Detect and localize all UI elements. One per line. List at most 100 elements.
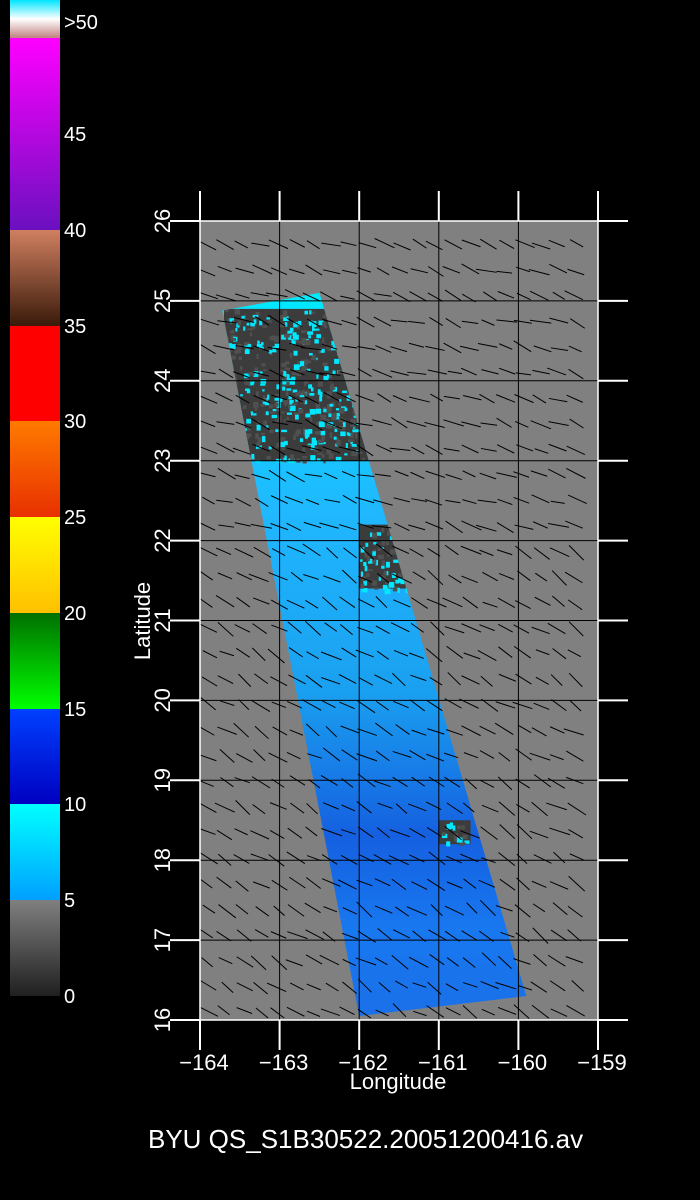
speckle [330,383,334,386]
y-tick-label: 19 [150,768,175,792]
speckle [374,587,379,590]
speckle [301,330,307,334]
speckle [365,542,369,547]
speckle [345,443,348,449]
speckle [351,443,358,447]
speckle [454,837,457,842]
speckle [318,421,325,428]
speckle [256,442,261,447]
speckle [264,402,270,406]
speckle [280,437,286,440]
speckle [365,572,370,577]
speckle [293,412,300,416]
speckle [397,587,400,594]
x-tick-label: −159 [577,1050,627,1075]
y-tick-label: 23 [150,448,175,472]
speckle [310,455,316,461]
speckle [317,389,321,395]
speckle [326,408,332,414]
speckle [303,383,307,387]
speckle [280,411,285,414]
speckle [316,334,321,339]
speckle [372,532,378,539]
speckle [338,402,341,407]
speckle [262,389,265,392]
y-axis-label: Latitude [130,582,155,660]
speckle [293,434,296,441]
speckle [347,433,351,436]
speckle [283,401,288,404]
speckle [389,549,396,555]
speckle [249,332,253,337]
speckle [285,391,289,397]
speckle [372,551,376,556]
speckle [231,355,236,360]
speckle [283,333,290,338]
speckle [326,419,330,422]
speckle [462,834,468,840]
speckle [344,453,348,456]
speckle [305,413,310,417]
speckle [242,405,247,410]
speckle [336,440,341,446]
speckle [318,439,324,444]
speckle [246,322,250,326]
speckle [261,432,265,436]
y-tick-label: 17 [150,928,175,952]
speckle [237,349,242,354]
speckle [354,433,358,439]
y-tick-label: 16 [150,1008,175,1032]
speckle [331,416,337,421]
speckle [309,393,315,396]
speckle [224,309,229,313]
speckle [304,341,310,346]
speckle [290,454,295,461]
speckle [333,436,337,440]
speckle [274,336,279,343]
speckle [329,403,334,407]
speckle [348,439,354,443]
speckle [253,319,257,324]
speckle [452,825,456,831]
y-tick-label: 22 [150,528,175,552]
speckle [235,327,238,332]
speckle [243,326,246,331]
speckle [338,407,345,414]
speckle [367,569,373,572]
speckle [364,565,368,572]
speckle [320,430,326,436]
speckle [287,330,293,334]
speckle [299,395,305,398]
speckle [315,408,322,414]
speckle [302,459,307,464]
speckle [229,330,235,334]
speckle [342,422,346,427]
speckle [377,554,384,560]
speckle [286,388,292,391]
speckle [269,429,274,434]
speckle [274,397,278,401]
speckle [238,356,243,361]
speckle [360,559,363,562]
speckle [335,408,340,411]
speckle [246,418,251,424]
speckle [304,310,309,315]
speckle [246,433,252,437]
speckle [260,378,267,384]
speckle [285,367,290,370]
speckle [456,825,462,829]
speckle [299,341,302,344]
speckle [234,309,241,315]
speckle [317,452,323,455]
speckle [360,583,365,589]
speckle [328,453,334,459]
speckle [307,331,314,335]
speckle [255,433,259,439]
speckle [270,411,276,414]
speckle [254,367,259,371]
speckle [304,433,310,438]
speckle [271,350,277,353]
caption: BYU QS_S1B30522.20051200416.av [148,1124,584,1154]
speckle [462,825,465,830]
speckle [388,581,395,588]
